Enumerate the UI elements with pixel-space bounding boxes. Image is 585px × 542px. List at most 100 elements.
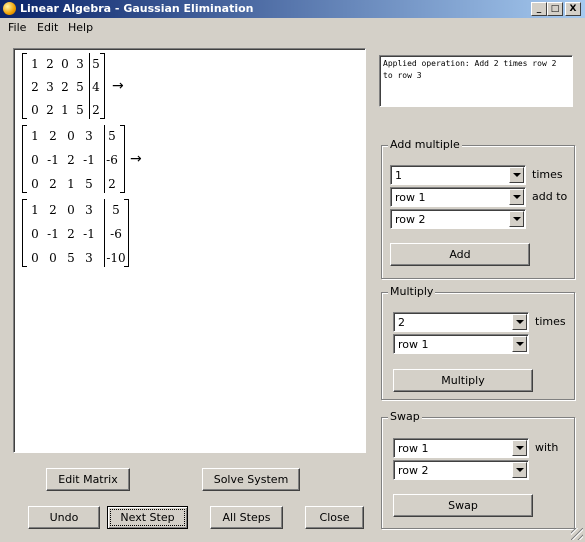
with-label: with bbox=[535, 441, 559, 454]
matrix-step-2: 1 2 0 3 5 0 -1 2 -1 -6 0 2 1 5 2 bbox=[22, 125, 126, 193]
matrix-cell: -1 bbox=[83, 227, 95, 241]
chevron-down-icon[interactable] bbox=[512, 336, 527, 352]
add-source-row-value: row 1 bbox=[395, 191, 426, 204]
matrix-cell: 2 bbox=[92, 103, 100, 117]
multiply-factor-combo[interactable]: 2 bbox=[393, 312, 529, 332]
matrix-bracket-left bbox=[22, 125, 27, 193]
swap-row-a-value: row 1 bbox=[398, 442, 429, 455]
swap-button[interactable]: Swap bbox=[393, 494, 533, 517]
operation-log-text: Applied operation: Add 2 times row 2 to … bbox=[383, 59, 557, 80]
add-source-row-combo[interactable]: row 1 bbox=[390, 187, 526, 207]
matrix-cell: 3 bbox=[85, 129, 93, 143]
app-icon bbox=[3, 2, 16, 15]
add-to-label: add to bbox=[532, 190, 568, 203]
matrix-cell: 1 bbox=[31, 129, 39, 143]
matrix-cell: 0 bbox=[67, 203, 75, 217]
matrix-bracket-left bbox=[22, 199, 27, 267]
next-step-button[interactable]: Next Step bbox=[107, 506, 188, 529]
matrix-cell: 0 bbox=[31, 251, 39, 265]
matrix-cell: 2 bbox=[46, 103, 54, 117]
matrix-bracket-right bbox=[120, 125, 125, 193]
multiply-row-combo[interactable]: row 1 bbox=[393, 334, 529, 354]
resize-grip[interactable] bbox=[571, 528, 583, 540]
matrix-step-3: 1 2 0 3 5 0 -1 2 -1 -6 0 0 5 3 -10 bbox=[22, 199, 130, 267]
matrix-cell: 5 bbox=[76, 80, 84, 94]
multiply-button[interactable]: Multiply bbox=[393, 369, 533, 392]
matrix-cell: 2 bbox=[49, 203, 57, 217]
minimize-button[interactable]: _ bbox=[531, 2, 547, 16]
matrix-cell: 3 bbox=[46, 80, 54, 94]
multiply-title: Multiply bbox=[388, 285, 436, 298]
undo-button[interactable]: Undo bbox=[28, 506, 100, 529]
matrix-cell: 0 bbox=[31, 177, 39, 191]
multiply-row-value: row 1 bbox=[398, 338, 429, 351]
matrix-cell: 2 bbox=[67, 227, 75, 241]
add-target-row-value: row 2 bbox=[395, 213, 426, 226]
matrix-step-1: 1 2 0 3 5 2 3 2 5 4 0 2 1 5 2 bbox=[22, 53, 106, 119]
menu-file[interactable]: File bbox=[8, 21, 26, 34]
swap-row-a-combo[interactable]: row 1 bbox=[393, 438, 529, 458]
matrix-cell: 2 bbox=[46, 57, 54, 71]
close-window-button[interactable]: X bbox=[565, 2, 581, 16]
add-factor-value: 1 bbox=[395, 169, 402, 182]
add-factor-combo[interactable]: 1 bbox=[390, 165, 526, 185]
matrix-cell: -6 bbox=[106, 153, 118, 167]
add-button[interactable]: Add bbox=[390, 243, 530, 266]
add-target-row-combo[interactable]: row 2 bbox=[390, 209, 526, 229]
chevron-down-icon[interactable] bbox=[509, 189, 524, 205]
matrix-cell: 1 bbox=[67, 177, 75, 191]
menu-help[interactable]: Help bbox=[68, 21, 93, 34]
matrix-cell: 0 bbox=[31, 153, 39, 167]
matrix-cell: -1 bbox=[47, 227, 59, 241]
matrix-cell: 2 bbox=[61, 80, 69, 94]
matrix-cell: 5 bbox=[85, 177, 93, 191]
solve-system-button[interactable]: Solve System bbox=[202, 468, 300, 491]
matrix-cell: 3 bbox=[85, 251, 93, 265]
title-bar: Linear Algebra - Gaussian Elimination _ … bbox=[0, 0, 585, 18]
multiply-factor-value: 2 bbox=[398, 316, 405, 329]
times-label: times bbox=[535, 315, 566, 328]
chevron-down-icon[interactable] bbox=[512, 462, 527, 478]
menu-edit[interactable]: Edit bbox=[37, 21, 58, 34]
matrix-bracket-left bbox=[22, 53, 27, 119]
maximize-button[interactable]: □ bbox=[547, 2, 563, 16]
matrix-cell: 2 bbox=[49, 177, 57, 191]
swap-row-b-combo[interactable]: row 2 bbox=[393, 460, 529, 480]
matrix-cell: -6 bbox=[110, 227, 122, 241]
matrix-cell: 2 bbox=[31, 80, 39, 94]
matrix-cell: 2 bbox=[108, 177, 116, 191]
chevron-down-icon[interactable] bbox=[512, 314, 527, 330]
chevron-down-icon[interactable] bbox=[509, 167, 524, 183]
matrix-cell: 5 bbox=[112, 203, 120, 217]
close-button[interactable]: Close bbox=[305, 506, 364, 529]
menu-bar: File Edit Help bbox=[0, 18, 585, 37]
arrow-icon: → bbox=[130, 151, 142, 167]
add-multiple-group: Add multiple 1 times row 1 add to row 2 … bbox=[381, 138, 575, 279]
matrix-cell: -1 bbox=[83, 153, 95, 167]
matrix-cell: 3 bbox=[76, 57, 84, 71]
multiply-group: Multiply 2 times row 1 Multiply bbox=[381, 285, 575, 400]
swap-group: Swap row 1 with row 2 Swap bbox=[381, 410, 575, 529]
matrix-cell: 1 bbox=[31, 57, 39, 71]
matrix-cell: 5 bbox=[76, 103, 84, 117]
swap-title: Swap bbox=[388, 410, 422, 423]
matrix-cell: 5 bbox=[92, 57, 100, 71]
matrix-cell: 0 bbox=[67, 129, 75, 143]
matrix-cell: 2 bbox=[49, 129, 57, 143]
window-title: Linear Algebra - Gaussian Elimination bbox=[20, 2, 254, 15]
swap-row-b-value: row 2 bbox=[398, 464, 429, 477]
matrix-display: 1 2 0 3 5 2 3 2 5 4 0 2 1 5 2 → 1 2 0 3 … bbox=[13, 48, 366, 453]
matrix-cell: 4 bbox=[92, 80, 100, 94]
matrix-cell: 5 bbox=[67, 251, 75, 265]
all-steps-button[interactable]: All Steps bbox=[210, 506, 283, 529]
matrix-cell: 0 bbox=[31, 227, 39, 241]
matrix-cell: 5 bbox=[108, 129, 116, 143]
chevron-down-icon[interactable] bbox=[512, 440, 527, 456]
chevron-down-icon[interactable] bbox=[509, 211, 524, 227]
matrix-cell: -1 bbox=[47, 153, 59, 167]
add-multiple-title: Add multiple bbox=[388, 138, 462, 151]
edit-matrix-button[interactable]: Edit Matrix bbox=[46, 468, 130, 491]
operation-log: Applied operation: Add 2 times row 2 to … bbox=[379, 55, 573, 107]
matrix-cell: -10 bbox=[106, 251, 126, 265]
matrix-cell: 3 bbox=[85, 203, 93, 217]
